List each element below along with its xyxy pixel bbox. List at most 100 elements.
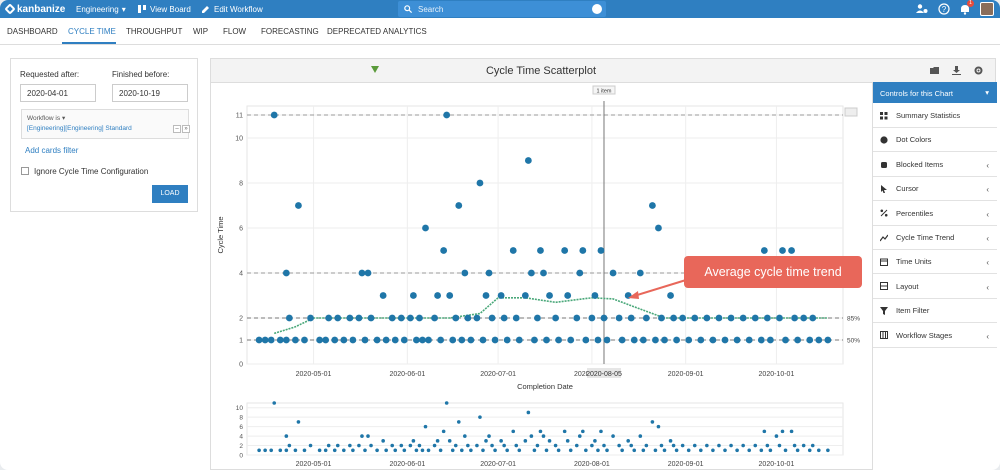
data-point: [255, 336, 263, 344]
control-item-summary-statistics[interactable]: Summary Statistics: [873, 104, 997, 128]
folder-icon[interactable]: [930, 66, 939, 75]
data-point: [630, 336, 638, 344]
data-point: [697, 336, 705, 344]
data-point: [425, 336, 432, 344]
data-point: [603, 336, 611, 344]
tab-flow[interactable]: FLOW: [223, 27, 246, 36]
data-point: [434, 292, 441, 299]
data-point: [757, 336, 765, 344]
logo-icon: [4, 3, 16, 15]
data-point: [367, 314, 375, 322]
control-item-workflow-stages[interactable]: Workflow Stages ‹: [873, 324, 997, 348]
y-tick-label: 11: [236, 113, 243, 120]
percent-icon: [880, 209, 888, 217]
overview-data-point: [807, 448, 812, 453]
workspace-dropdown[interactable]: Engineering ▾: [76, 3, 126, 15]
data-point: [642, 314, 650, 322]
data-point: [282, 336, 290, 344]
overview-data-point: [426, 448, 431, 453]
workflow-filter-value[interactable]: [Engineering][Engineering] Standard: [27, 125, 132, 132]
tab-wip[interactable]: WIP: [193, 27, 208, 36]
tab-throughput[interactable]: THROUGHPUT: [126, 27, 182, 36]
data-point: [791, 314, 798, 322]
data-point: [488, 314, 496, 322]
control-item-blocked-items[interactable]: Blocked Items ‹: [873, 153, 997, 177]
control-item-cursor[interactable]: Cursor ‹: [873, 177, 997, 202]
data-point: [763, 314, 771, 322]
kanbanize-logo[interactable]: kanbanize: [4, 3, 65, 15]
control-item-label: Summary Statistics: [896, 111, 961, 120]
chart-header: Cycle Time Scatterplot: [211, 59, 995, 83]
data-point: [443, 111, 451, 119]
filter-expand-button[interactable]: »: [182, 125, 190, 133]
view-board-link[interactable]: View Board: [138, 3, 191, 15]
tab-cycle-time[interactable]: CYCLE TIME: [68, 27, 116, 36]
workflow-filter-condition: Workflow is ▾: [27, 114, 65, 122]
x-tick-label: 2020-10-01: [759, 371, 795, 378]
overview-x-tick-label: 2020-10-01: [759, 461, 795, 468]
chevron-left-icon: ‹: [986, 160, 989, 170]
add-cards-filter-link[interactable]: Add cards filter: [25, 146, 78, 155]
control-item-dot-colors[interactable]: Dot Colors: [873, 128, 997, 153]
controls-header[interactable]: Controls for this Chart ▾: [873, 82, 997, 103]
overview-data-point: [272, 401, 277, 405]
control-item-percentiles[interactable]: Percentiles ‹: [873, 202, 997, 226]
chart-controls-panel: Controls for this Chart ▾ Summary Statis…: [872, 82, 997, 470]
overview-data-point: [517, 448, 522, 453]
filter-icon: [880, 306, 888, 315]
overview-data-point: [505, 448, 509, 453]
cursor-date-label: 2020-08-05: [586, 371, 622, 378]
data-point: [800, 314, 808, 322]
overview-data-point: [565, 439, 570, 443]
control-item-label: Dot Colors: [896, 135, 932, 145]
data-point: [564, 292, 572, 299]
filter-remove-button[interactable]: –: [173, 125, 181, 133]
overview-data-point: [514, 443, 519, 448]
data-point: [509, 247, 517, 254]
tab-deprecated-analytics[interactable]: DEPRECATED ANALYTICS: [327, 27, 427, 36]
overview-data-point: [656, 424, 661, 429]
requested-after-input[interactable]: 2020-04-01: [20, 84, 96, 102]
ignore-config-checkbox[interactable]: [21, 167, 29, 175]
tab-forecasting[interactable]: FORECASTING: [261, 27, 319, 36]
control-item-cycle-time-trend[interactable]: Cycle Time Trend ‹: [873, 226, 997, 250]
control-item-item-filter[interactable]: Item Filter: [873, 299, 997, 324]
avatar[interactable]: [980, 2, 994, 16]
data-point: [276, 336, 284, 344]
edit-workflow-link[interactable]: Edit Workflow: [202, 3, 263, 15]
control-item-time-units[interactable]: Time Units ‹: [873, 250, 997, 275]
workflow-filter: Workflow is ▾ [Engineering][Engineering]…: [21, 109, 190, 139]
overview-data-point: [620, 448, 624, 453]
tab-dashboard[interactable]: DASHBOARD: [7, 27, 58, 36]
data-point: [788, 247, 795, 254]
overview-data-point: [699, 448, 703, 453]
download-icon[interactable]: [952, 66, 961, 75]
overview-data-point: [402, 448, 407, 453]
control-item-label: Item Filter: [896, 306, 930, 316]
load-button[interactable]: LOAD: [152, 185, 188, 203]
overview-data-point: [478, 415, 482, 419]
data-point: [515, 336, 523, 344]
data-point: [534, 314, 541, 322]
chevron-left-icon: ‹: [986, 331, 989, 341]
control-item-layout[interactable]: Layout ‹: [873, 275, 997, 299]
overview-data-point: [547, 439, 552, 443]
workflow-filter-op-chevron[interactable]: ▾: [62, 115, 65, 122]
cursor-icon: [881, 184, 887, 193]
overview-data-point: [717, 443, 721, 448]
help-icon[interactable]: ?: [938, 3, 950, 15]
overview-data-point: [369, 443, 373, 448]
gear-icon[interactable]: [974, 66, 983, 75]
overview-data-point: [399, 443, 404, 448]
data-point: [649, 202, 656, 209]
control-item-label: Blocked Items: [896, 159, 944, 169]
overview-data-point: [626, 439, 630, 443]
overview-data-point: [381, 439, 385, 443]
users-settings-icon[interactable]: [916, 3, 928, 15]
overview-data-point: [568, 448, 573, 453]
overview-data-point: [632, 448, 637, 453]
search-input[interactable]: Search: [398, 1, 606, 17]
finished-before-input[interactable]: 2020-10-19: [112, 84, 188, 102]
search-dropdown-icon[interactable]: [592, 4, 602, 14]
data-point: [627, 314, 635, 322]
